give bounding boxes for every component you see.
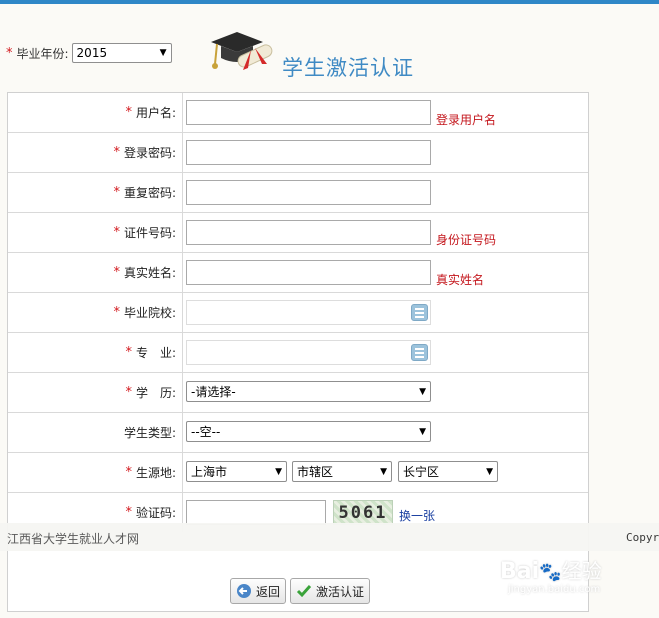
origin-label: 生源地: [135,466,176,480]
education-label: 学 历: [135,386,176,400]
watermark: Bai🐾经验 jingyan.baidu.com [500,555,602,595]
education-label-cell: * 学 历: [8,373,183,412]
list-icon[interactable] [411,344,428,361]
real-name-label-cell: * 真实姓名: [8,253,183,292]
origin-row: * 生源地: 上海市 ▼ 市辖区 ▼ 长宁区 ▼ [8,453,588,493]
required-marker: * [113,305,120,320]
school-row: * 毕业院校: [8,293,588,333]
origin-city-select[interactable]: 市辖区 ▼ [292,461,392,482]
origin-province-select[interactable]: 上海市 ▼ [186,461,287,482]
required-marker: * [113,225,120,240]
student-type-label-cell: 学生类型: [8,413,183,452]
school-label-cell: * 毕业院校: [8,293,183,332]
student-type-label: 学生类型: [123,426,176,440]
origin-city-value: 市辖区 [297,465,334,479]
origin-district-value: 长宁区 [403,465,440,479]
repeat-password-row: * 重复密码: [8,173,588,213]
password-label-cell: * 登录密码: [8,133,183,172]
watermark-url: jingyan.baidu.com [508,584,601,595]
graduation-year-value: 2015 [76,46,108,60]
graduation-year-select[interactable]: 2015 ▼ [71,43,172,63]
required-marker: * [125,105,132,120]
back-button[interactable]: 返回 [230,578,287,604]
username-row: * 用户名: 登录用户名 [8,93,588,133]
page-title: 学生激活认证 [282,56,414,80]
required-marker: * [113,265,120,280]
id-number-row: * 证件号码: 身份证号码 [8,213,588,253]
major-row: * 专 业: [8,333,588,373]
graduation-year-row: * 毕业年份: 2015 ▼ [6,43,172,63]
list-icon[interactable] [411,304,428,321]
repeat-password-label-cell: * 重复密码: [8,173,183,212]
required-marker: * [6,45,13,61]
back-button-label: 返回 [256,584,281,599]
back-arrow-icon [236,583,252,599]
captcha-label: 验证码: [135,506,176,520]
repeat-password-label: 重复密码: [123,186,176,200]
graduation-year-label: 毕业年份: [16,46,69,61]
paw-icon: 🐾 [539,562,562,583]
major-label-cell: * 专 业: [8,333,183,372]
captcha-image-text: 5061 [338,502,388,523]
education-select[interactable]: -请选择- ▼ [186,381,431,402]
chevron-down-icon: ▼ [380,466,387,477]
chevron-down-icon: ▼ [419,426,426,437]
captcha-input[interactable] [186,500,326,525]
captcha-refresh-link[interactable]: 换一张 [399,507,435,524]
watermark-brand: Bai [500,559,540,584]
graduation-cap-logo [211,32,273,70]
footer-site-name: 江西省大学生就业人才网 [7,532,140,546]
real-name-label: 真实姓名: [123,266,176,280]
student-type-value: --空-- [191,425,221,439]
activate-button[interactable]: 激活认证 [290,578,371,604]
username-hint: 登录用户名 [436,113,497,127]
real-name-input[interactable] [186,260,431,285]
password-label: 登录密码: [123,146,176,160]
username-label-cell: * 用户名: [8,93,183,132]
required-marker: * [113,145,120,160]
required-marker: * [125,345,132,360]
repeat-password-input[interactable] [186,180,431,205]
major-label: 专 业: [135,346,176,360]
top-accent-bar [0,0,659,4]
footer-copyright: Copyr [626,531,659,544]
origin-district-select[interactable]: 长宁区 ▼ [398,461,498,482]
watermark-brand2: 经验 [561,559,602,583]
origin-label-cell: * 生源地: [8,453,183,492]
password-input[interactable] [186,140,431,165]
origin-province-value: 上海市 [191,465,228,479]
chevron-down-icon: ▼ [419,386,426,397]
real-name-row: * 真实姓名: 真实姓名 [8,253,588,293]
username-label: 用户名: [135,106,176,120]
chevron-down-icon: ▼ [275,466,282,477]
id-number-input[interactable] [186,220,431,245]
real-name-hint: 真实姓名 [436,273,485,287]
password-row: * 登录密码: [8,133,588,173]
student-type-row: 学生类型: --空-- ▼ [8,413,588,453]
footer-band: 江西省大学生就业人才网 Copyr [0,523,659,551]
required-marker: * [125,385,132,400]
school-picker[interactable] [186,300,431,325]
required-marker: * [125,505,132,520]
student-type-select[interactable]: --空-- ▼ [186,421,431,442]
major-picker[interactable] [186,340,431,365]
username-input[interactable] [186,100,431,125]
education-row: * 学 历: -请选择- ▼ [8,373,588,413]
captcha-image[interactable]: 5061 [333,500,393,525]
education-value: -请选择- [191,385,236,399]
required-marker: * [125,465,132,480]
chevron-down-icon: ▼ [159,48,167,58]
id-number-hint: 身份证号码 [436,233,497,247]
required-marker: * [113,185,120,200]
chevron-down-icon: ▼ [486,466,493,477]
school-label: 毕业院校: [123,306,176,320]
activate-button-label: 激活认证 [316,584,365,599]
id-number-label-cell: * 证件号码: [8,213,183,252]
id-number-label: 证件号码: [123,226,176,240]
checkmark-icon [296,583,312,599]
